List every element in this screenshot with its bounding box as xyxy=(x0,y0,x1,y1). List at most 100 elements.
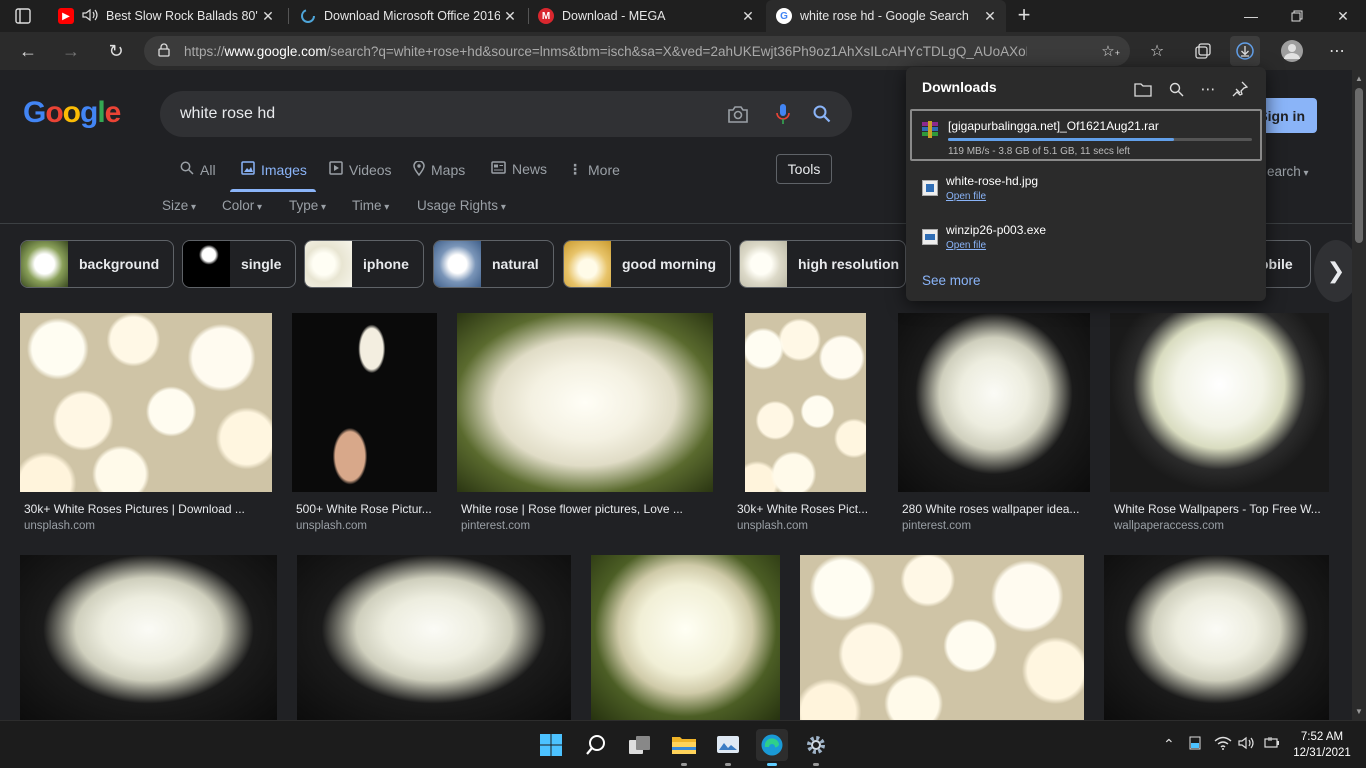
tab-videos[interactable]: Videos xyxy=(329,161,392,178)
settings-menu-icon[interactable]: ⋯ xyxy=(1322,36,1352,66)
file-explorer-icon[interactable] xyxy=(668,729,700,766)
result-source[interactable]: pinterest.com xyxy=(902,520,971,532)
lock-icon[interactable] xyxy=(158,42,170,60)
task-view-icon[interactable] xyxy=(624,729,656,761)
result-source[interactable]: wallpaperaccess.com xyxy=(1114,520,1224,532)
refresh-icon[interactable]: ↻ xyxy=(101,36,131,66)
filter-usage-rights[interactable]: Usage Rights xyxy=(417,198,506,213)
filter-size[interactable]: Size xyxy=(162,198,196,213)
search-icon[interactable] xyxy=(1163,76,1189,102)
result-image[interactable] xyxy=(20,555,277,720)
edge-icon[interactable] xyxy=(756,729,788,766)
result-image[interactable] xyxy=(591,555,780,720)
result-source[interactable]: unsplash.com xyxy=(24,520,95,532)
result-image[interactable] xyxy=(1110,313,1329,492)
tab-google-search[interactable]: G white rose hd - Google Search ✕ xyxy=(766,0,1006,32)
result-image[interactable] xyxy=(297,555,571,720)
add-favorite-icon[interactable]: ☆+ xyxy=(1101,42,1120,60)
result-source[interactable]: unsplash.com xyxy=(296,520,367,532)
google-logo[interactable]: Google xyxy=(23,96,121,130)
tab-office[interactable]: Download Microsoft Office 2016 ✕ xyxy=(290,0,526,32)
tab-actions-icon[interactable] xyxy=(14,7,32,25)
result-caption[interactable]: 280 White roses wallpaper idea... xyxy=(902,502,1087,516)
result-caption[interactable]: White rose | Rose flower pictures, Love … xyxy=(461,502,711,516)
forward-icon[interactable]: → xyxy=(56,36,86,66)
tab-images[interactable]: Images xyxy=(241,161,307,178)
back-icon[interactable]: ← xyxy=(13,36,43,66)
tab-mega[interactable]: M Download - MEGA ✕ xyxy=(528,0,764,32)
result-image[interactable] xyxy=(1104,555,1329,720)
pin-icon[interactable] xyxy=(1227,76,1253,102)
start-icon[interactable] xyxy=(535,729,567,761)
close-tab-icon[interactable]: ✕ xyxy=(258,8,278,25)
drive-icon[interactable] xyxy=(1189,736,1201,753)
restore-icon[interactable] xyxy=(1274,0,1320,32)
microphone-icon[interactable] xyxy=(771,102,795,126)
filter-time[interactable]: Time xyxy=(352,198,389,213)
search-box[interactable]: white rose hd xyxy=(160,91,852,137)
scroll-down-icon[interactable]: ▼ xyxy=(1355,707,1363,716)
chip-background[interactable]: background xyxy=(20,240,175,288)
chip-single[interactable]: single xyxy=(182,240,297,288)
battery-icon[interactable] xyxy=(1262,736,1280,753)
tab-maps[interactable]: Maps xyxy=(413,160,465,179)
download-item-active[interactable]: [gigapurbalingga.net]_Of1621Aug21.rar 11… xyxy=(910,109,1262,161)
download-item[interactable]: winzip26-p003.exe Open file xyxy=(910,216,1262,260)
result-caption[interactable]: 30k+ White Roses Pictures | Download ... xyxy=(24,502,269,516)
result-caption[interactable]: 500+ White Rose Pictur... xyxy=(296,502,434,516)
scroll-thumb[interactable] xyxy=(1355,88,1363,243)
tools-button[interactable]: Tools xyxy=(776,154,832,184)
result-image[interactable] xyxy=(745,313,866,492)
chevron-right-icon[interactable]: ❯ xyxy=(1314,240,1352,302)
system-clock[interactable]: 7:52 AM 12/31/2021 xyxy=(1290,729,1354,761)
folder-icon[interactable] xyxy=(1130,76,1156,102)
page-scrollbar[interactable]: ▲ ▼ xyxy=(1352,70,1366,720)
collections-icon[interactable] xyxy=(1188,36,1218,66)
tab-news[interactable]: News xyxy=(491,161,547,177)
camera-icon[interactable] xyxy=(726,102,750,126)
see-more-link[interactable]: See more xyxy=(922,273,981,288)
result-source[interactable]: pinterest.com xyxy=(461,520,530,532)
filter-type[interactable]: Type xyxy=(289,198,326,213)
favorites-icon[interactable]: ☆ xyxy=(1142,36,1172,66)
settings-icon[interactable] xyxy=(800,729,832,766)
close-tab-icon[interactable]: ✕ xyxy=(980,8,1000,25)
chevron-up-icon[interactable]: ⌃ xyxy=(1163,736,1175,753)
close-tab-icon[interactable]: ✕ xyxy=(500,8,520,25)
tab-youtube[interactable]: ▶ Best Slow Rock Ballads 80's ✕ xyxy=(48,0,284,32)
tab-all[interactable]: All xyxy=(180,161,216,178)
download-item[interactable]: white-rose-hd.jpg Open file xyxy=(910,167,1262,211)
chip-iphone[interactable]: iphone xyxy=(304,240,424,288)
chip-high-resolution[interactable]: high resolution xyxy=(739,240,906,288)
search-query[interactable]: white rose hd xyxy=(180,105,275,123)
volume-icon[interactable] xyxy=(1238,736,1256,753)
result-image[interactable] xyxy=(898,313,1090,492)
chip-natural[interactable]: natural xyxy=(433,240,554,288)
result-image[interactable] xyxy=(292,313,437,492)
result-image[interactable] xyxy=(800,555,1084,720)
result-image[interactable] xyxy=(457,313,713,492)
scroll-up-icon[interactable]: ▲ xyxy=(1355,74,1363,83)
chip-good-morning[interactable]: good morning xyxy=(563,240,732,288)
photos-app-icon[interactable] xyxy=(712,729,744,766)
tab-more[interactable]: ⋮ More xyxy=(568,161,620,178)
close-window-icon[interactable]: ✕ xyxy=(1320,0,1366,32)
minimize-icon[interactable]: — xyxy=(1228,0,1274,32)
result-source[interactable]: unsplash.com xyxy=(737,520,808,532)
result-caption[interactable]: White Rose Wallpapers - Top Free W... xyxy=(1114,502,1326,516)
result-image[interactable] xyxy=(20,313,272,492)
search-icon[interactable] xyxy=(580,729,612,761)
profile-avatar[interactable] xyxy=(1277,36,1307,66)
audio-icon[interactable] xyxy=(82,8,98,25)
open-file-link[interactable]: Open file xyxy=(946,191,986,202)
more-options-icon[interactable]: ⋯ xyxy=(1195,76,1221,102)
downloads-icon[interactable] xyxy=(1230,36,1260,66)
safe-search-dropdown[interactable]: earch xyxy=(1267,164,1309,179)
address-bar[interactable]: https://www.google.com/search?q=white+ro… xyxy=(144,36,1130,66)
filter-color[interactable]: Color xyxy=(222,198,262,213)
search-icon[interactable] xyxy=(810,102,834,126)
new-tab-icon[interactable]: + xyxy=(1012,4,1036,28)
close-tab-icon[interactable]: ✕ xyxy=(738,8,758,25)
wifi-icon[interactable] xyxy=(1214,736,1232,753)
open-file-link[interactable]: Open file xyxy=(946,240,986,251)
